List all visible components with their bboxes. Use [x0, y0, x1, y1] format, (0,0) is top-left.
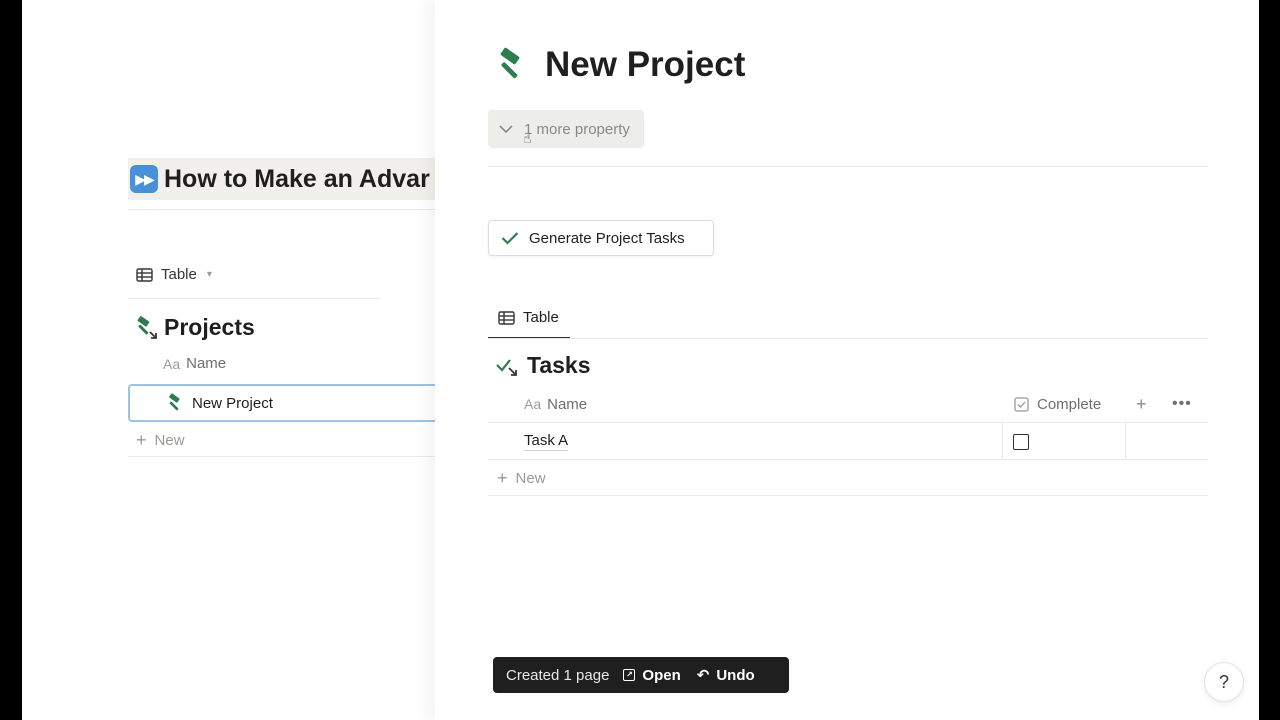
divider	[128, 209, 436, 210]
table-row[interactable]: Task A	[488, 422, 1208, 460]
plus-icon: +	[136, 430, 147, 450]
chevron-down-icon	[498, 121, 514, 138]
toast-undo-button[interactable]: ↶ Undo	[696, 666, 755, 685]
column-header-name[interactable]: Aa Name	[163, 355, 226, 372]
more-options-icon[interactable]: •••	[1172, 386, 1192, 422]
page-title: How to Make an Advar	[164, 164, 430, 193]
column-header-complete[interactable]: Complete	[1014, 386, 1101, 422]
database-title[interactable]: Tasks	[495, 352, 591, 379]
next-track-icon: ▶▶	[130, 165, 158, 193]
cell-divider	[1002, 423, 1003, 460]
text-property-icon: Aa	[163, 355, 181, 372]
generate-project-tasks-button[interactable]: Generate Project Tasks	[488, 220, 714, 256]
hammer-icon	[500, 47, 520, 79]
divider	[128, 298, 380, 299]
checkbox-property-icon	[1014, 396, 1029, 412]
new-row-button[interactable]: + New	[497, 468, 546, 489]
text-property-icon: Aa	[524, 396, 542, 412]
hammer-arrow-icon	[137, 315, 157, 339]
add-property-icon[interactable]: +	[1136, 386, 1147, 422]
table-row[interactable]: New Project	[128, 384, 438, 422]
undo-icon: ↶	[696, 667, 710, 684]
divider	[488, 338, 1208, 339]
help-button[interactable]: ?	[1204, 662, 1244, 702]
row-name: New Project	[192, 394, 273, 412]
database-title[interactable]: Projects	[134, 314, 255, 341]
complete-checkbox[interactable]	[1013, 434, 1029, 450]
more-property-toggle[interactable]: 1 more property	[488, 110, 644, 148]
hammer-icon	[169, 393, 180, 411]
background-page: ▶▶ How to Make an Advar Table ▾ Projects	[22, 0, 438, 720]
table-icon	[498, 310, 515, 325]
view-tab-label: Table	[161, 266, 197, 283]
view-tab-table[interactable]: Table	[488, 298, 570, 339]
toast-open-button[interactable]: ↗ Open	[623, 667, 681, 684]
table-icon	[136, 267, 153, 282]
new-row-button[interactable]: + New	[136, 430, 185, 451]
chevron-down-icon[interactable]: ▾	[207, 269, 212, 280]
checklist-arrow-icon	[496, 358, 517, 376]
open-in-icon: ↗	[623, 669, 636, 681]
task-name-cell[interactable]: Task A	[524, 423, 569, 460]
toast-notification: Created 1 page ↗ Open ↶ Undo	[493, 657, 789, 693]
plus-icon: +	[497, 468, 508, 488]
column-header-name[interactable]: Aa Name	[524, 386, 587, 422]
table-header: Aa Name Complete + •••	[488, 386, 1208, 422]
divider	[128, 456, 436, 457]
page-peek-panel: New Project 1 more property ☝ Generate P…	[435, 0, 1259, 720]
view-tab-table[interactable]: Table ▾	[136, 266, 212, 283]
check-icon	[501, 232, 519, 245]
divider	[488, 166, 1208, 167]
page-title-banner: ▶▶ How to Make an Advar	[128, 158, 438, 200]
toast-message: Created 1 page	[506, 666, 610, 684]
pointer-cursor-icon: ☝	[523, 130, 532, 146]
app-window: ▶▶ How to Make an Advar Table ▾ Projects	[22, 0, 1259, 720]
page-title[interactable]: New Project	[495, 45, 745, 85]
divider	[488, 495, 1208, 496]
cell-divider	[1125, 423, 1126, 460]
